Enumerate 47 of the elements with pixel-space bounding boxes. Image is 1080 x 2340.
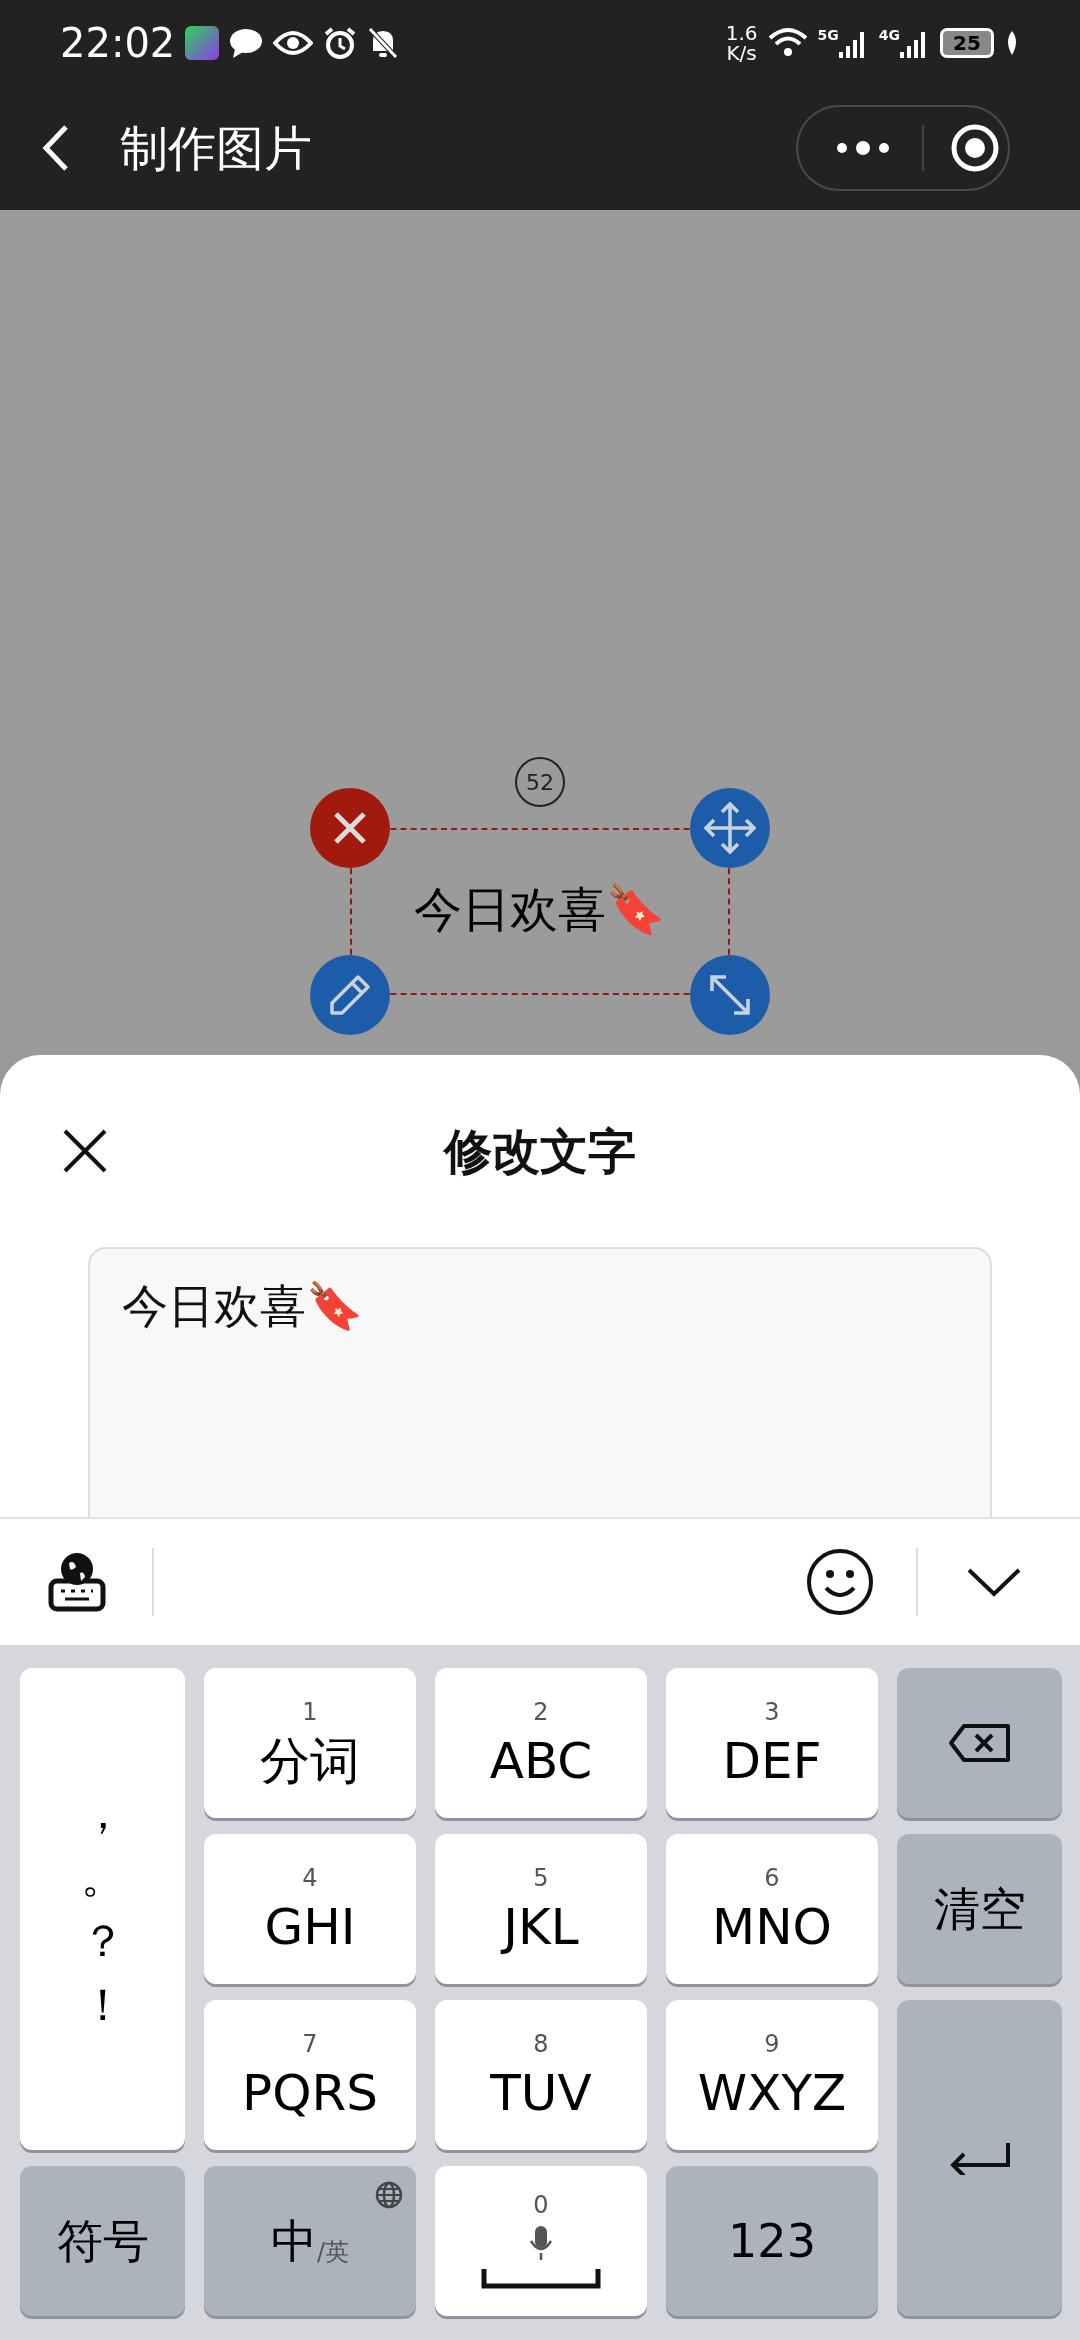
letter-key[interactable]: 4 GHI — [204, 1834, 416, 1984]
backspace-key[interactable] — [897, 1668, 1062, 1818]
close-program-icon[interactable] — [950, 122, 1000, 173]
smiley-icon[interactable] — [806, 1548, 874, 1616]
time: 22:02 — [60, 18, 176, 68]
backspace-icon — [947, 1723, 1012, 1763]
space-key[interactable]: 0 — [435, 2166, 647, 2316]
network-speed: 1.6 K/s — [725, 22, 758, 63]
letter-key[interactable]: 5 JKL — [435, 1834, 647, 1984]
close-icon — [333, 811, 367, 845]
punctuation-key[interactable]: ？ — [60, 1909, 145, 1973]
letter-key[interactable]: 8 TUV — [435, 2000, 647, 2150]
letter-key[interactable]: 9 WXYZ — [666, 2000, 878, 2150]
layer-number: 52 — [515, 757, 565, 807]
app-icon — [185, 25, 220, 60]
letter-key[interactable]: 3 DEF — [666, 1668, 878, 1818]
punctuation-key[interactable]: 。 — [60, 1845, 145, 1909]
function-key[interactable]: 清空 — [897, 1834, 1062, 1984]
globe-icon — [374, 2180, 404, 2210]
space-bar-icon — [481, 2267, 601, 2289]
pencil-icon — [328, 973, 372, 1017]
letter-key[interactable]: 1 分词 — [204, 1668, 416, 1818]
more-icon[interactable] — [836, 139, 890, 156]
sheet-title: 修改文字 — [442, 1122, 637, 1181]
keyboard-globe-icon[interactable] — [48, 1551, 106, 1613]
letter-key[interactable]: 2 ABC — [435, 1668, 647, 1818]
microphone-icon — [529, 2225, 553, 2261]
letter-key[interactable]: 7 PQRS — [204, 2000, 416, 2150]
alarm-clock-icon — [323, 25, 358, 60]
eye-icon — [273, 28, 314, 57]
text-input-field[interactable]: 今日欢喜🔖 — [88, 1247, 992, 1517]
battery-icon: 25 — [940, 27, 994, 58]
language-key[interactable]: 中/英 — [204, 2166, 416, 2316]
punctuation-key[interactable]: ！ — [60, 1973, 145, 2037]
resize-arrows-icon — [708, 973, 752, 1017]
page-title: 制作图片 — [120, 118, 312, 178]
close-icon[interactable] — [62, 1128, 108, 1174]
chevron-down-icon[interactable] — [966, 1567, 1022, 1597]
chat-bubble-icon — [229, 26, 264, 59]
network-type: 4G — [878, 27, 900, 42]
function-key[interactable]: 符号 — [20, 2166, 185, 2316]
punctuation-key[interactable]: ， — [60, 1781, 145, 1845]
move-arrows-icon — [702, 800, 758, 856]
bell-off-icon — [367, 25, 400, 60]
network-type: 5G — [817, 27, 839, 42]
function-key[interactable]: 123 — [666, 2166, 878, 2316]
letter-key[interactable]: 6 MNO — [666, 1834, 878, 1984]
